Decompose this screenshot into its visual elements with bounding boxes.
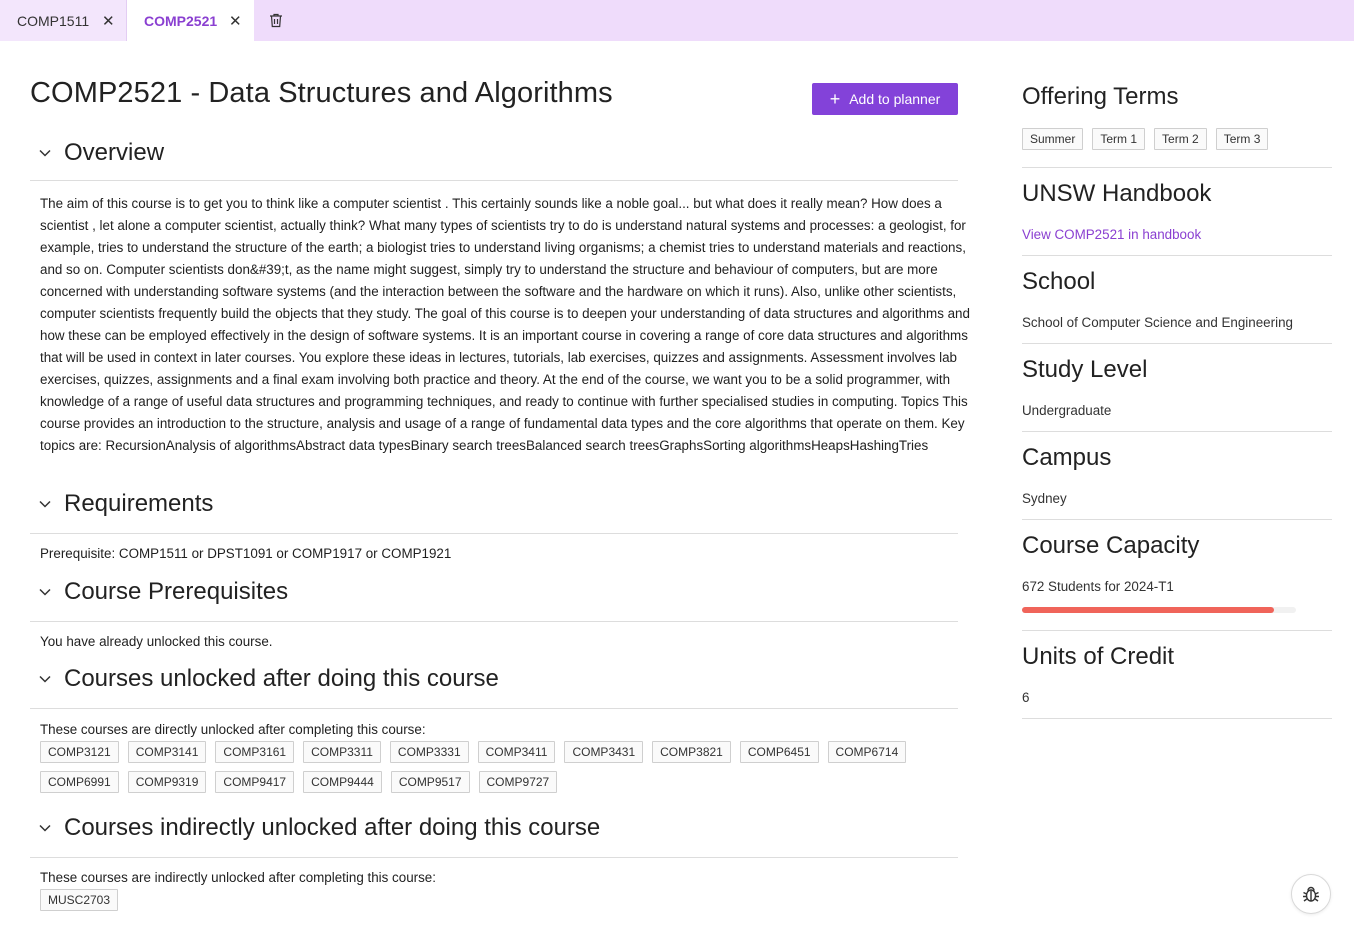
indirect-course-tags: MUSC2703 [40, 889, 960, 911]
trash-icon [270, 13, 282, 28]
prerequisites-heading: Course Prerequisites [64, 578, 289, 605]
capacity-heading: Course Capacity [1022, 532, 1200, 559]
add-to-planner-button[interactable]: + Add to planner [812, 83, 958, 115]
indirect-heading: Courses indirectly unlocked after doing … [64, 814, 601, 841]
prerequisites-text: You have already unlocked this course. [40, 634, 273, 649]
chevron-down-icon [30, 675, 64, 683]
study-level-value: Undergraduate [1022, 403, 1112, 418]
bug-report-button[interactable] [1291, 874, 1331, 914]
add-to-planner-label: Add to planner [849, 91, 941, 107]
term-tag: Term 2 [1154, 128, 1207, 150]
term-tag: Summer [1022, 128, 1084, 150]
divider [30, 533, 958, 534]
chevron-down-icon [30, 500, 64, 508]
course-tag[interactable]: COMP6991 [40, 771, 119, 793]
page-title: COMP2521 - Data Structures and Algorithm… [30, 77, 613, 109]
course-tag[interactable]: COMP9517 [390, 771, 470, 793]
course-tag[interactable]: COMP6714 [827, 741, 907, 763]
tab-comp2521[interactable]: COMP2521 ✕ [127, 0, 254, 41]
course-tag[interactable]: COMP3331 [389, 741, 469, 763]
campus-heading: Campus [1022, 444, 1112, 471]
school-value: School of Computer Science and Engineeri… [1022, 315, 1293, 330]
overview-text: The aim of this course is to get you to … [40, 196, 970, 453]
units-heading: Units of Credit [1022, 643, 1175, 670]
divider [1022, 255, 1332, 256]
requirements-heading: Requirements [64, 490, 214, 517]
handbook-heading: UNSW Handbook [1022, 180, 1212, 207]
course-tag[interactable]: COMP6451 [739, 741, 819, 763]
course-tag[interactable]: MUSC2703 [40, 889, 119, 911]
school-heading: School [1022, 268, 1096, 295]
close-icon[interactable]: ✕ [229, 12, 242, 30]
course-tag[interactable]: COMP3411 [477, 741, 556, 763]
close-icon[interactable]: ✕ [102, 12, 115, 30]
handbook-link[interactable]: View COMP2521 in handbook [1022, 227, 1201, 242]
units-value: 6 [1022, 690, 1030, 705]
unlocked-text: These courses are directly unlocked afte… [40, 722, 426, 737]
offering-terms-heading: Offering Terms [1022, 83, 1179, 110]
course-tag[interactable]: COMP3161 [215, 741, 295, 763]
course-tag[interactable]: COMP3121 [40, 741, 119, 763]
course-tag[interactable]: COMP3141 [127, 741, 207, 763]
capacity-progress-fill [1022, 607, 1275, 613]
divider [30, 621, 958, 622]
tab-comp1511[interactable]: COMP1511 ✕ [0, 0, 127, 41]
offering-terms-tags: Summer Term 1 Term 2 Term 3 [1022, 128, 1269, 150]
capacity-value: 672 Students for 2024-T1 [1022, 579, 1174, 594]
term-tag: Term 1 [1092, 128, 1146, 150]
divider [30, 180, 958, 181]
overview-heading: Overview [64, 139, 165, 166]
divider [30, 708, 958, 709]
chevron-down-icon [30, 824, 64, 832]
divider [30, 857, 958, 858]
divider [1022, 630, 1332, 631]
requirements-text: Prerequisite: COMP1511 or DPST1091 or CO… [40, 546, 452, 561]
indirect-text: These courses are indirectly unlocked af… [40, 870, 436, 885]
delete-all-tabs-button[interactable] [254, 0, 298, 41]
tab-bar: COMP1511 ✕ COMP2521 ✕ [0, 0, 1354, 41]
course-tag[interactable]: COMP9319 [127, 771, 207, 793]
campus-value: Sydney [1022, 491, 1067, 506]
chevron-down-icon [30, 149, 64, 157]
divider [1022, 167, 1332, 168]
capacity-progress-bar [1022, 607, 1296, 613]
course-tag[interactable]: COMP9444 [303, 771, 382, 793]
chevron-down-icon [30, 588, 64, 596]
plus-icon: + [829, 89, 841, 109]
divider [1022, 343, 1332, 344]
divider [1022, 718, 1332, 719]
course-tag[interactable]: COMP3431 [564, 741, 644, 763]
term-tag: Term 3 [1215, 128, 1269, 150]
divider [1022, 519, 1332, 520]
bug-icon [1303, 886, 1319, 902]
course-tag[interactable]: COMP3311 [303, 741, 381, 763]
unlocked-course-tags: COMP3121 COMP3141 COMP3161 COMP3311 COMP3331… [40, 741, 960, 793]
divider [1022, 431, 1332, 432]
course-tag[interactable]: COMP9727 [478, 771, 558, 793]
study-level-heading: Study Level [1022, 356, 1148, 383]
course-tag[interactable]: COMP3821 [652, 741, 731, 763]
unlocked-heading: Courses unlocked after doing this course [64, 665, 499, 692]
tab-label: COMP2521 [144, 12, 218, 29]
course-tag[interactable]: COMP9417 [215, 771, 295, 793]
tab-label: COMP1511 [17, 12, 90, 29]
